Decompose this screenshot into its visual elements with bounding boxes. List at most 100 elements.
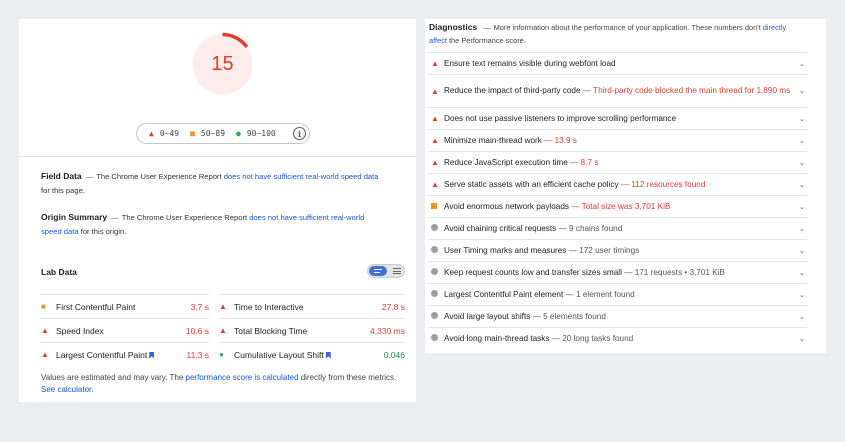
footnote-text-mid: directly from these metrics.: [298, 373, 397, 382]
legend-fail-range: 0–49: [159, 129, 180, 138]
audit-row[interactable]: Keep request counts low and transfer siz…: [429, 261, 807, 283]
circle-icon: ●: [236, 129, 241, 138]
metric-label: Largest Contentful Paint: [56, 349, 148, 360]
chevron-down-icon[interactable]: ⌄: [797, 60, 807, 68]
metric-value: 3.7 s: [190, 301, 209, 312]
metric-cumulative-layout-shift: ● Cumulative Layout Shift 0.046: [219, 342, 405, 366]
circle-icon: [429, 246, 444, 255]
square-icon: [429, 202, 444, 211]
square-icon: ■: [41, 302, 46, 311]
audit-detail: 171 requests • 3,701 KiB: [634, 267, 725, 277]
audit-detail: 9 chains found: [569, 223, 623, 233]
triangle-icon: ▲: [431, 114, 439, 123]
metric-first-contentful-paint: ■ First Contentful Paint 3.7 s: [41, 294, 209, 318]
audit-detail: 13.9 s: [554, 135, 577, 145]
lab-data-footnote: Values are estimated and may vary. The p…: [41, 372, 401, 396]
circle-icon: [429, 268, 444, 277]
metrics-view-toggle[interactable]: [367, 264, 405, 278]
footnote-text: Values are estimated and may vary. The: [41, 373, 186, 382]
field-data-link[interactable]: does not have sufficient real-world spee…: [224, 172, 379, 181]
circle-icon: [429, 290, 444, 299]
toggle-compact-view[interactable]: [369, 266, 387, 276]
audit-row[interactable]: ▲ Reduce JavaScript execution time — 8.7…: [429, 151, 807, 173]
chevron-down-icon[interactable]: ⌄: [797, 291, 807, 299]
audit-row[interactable]: User Timing marks and measures — 172 use…: [429, 239, 807, 261]
expanded-lines-icon[interactable]: [393, 268, 401, 274]
origin-summary-title: Origin Summary: [41, 212, 108, 222]
metric-label-wrap: Largest Contentful Paint: [56, 350, 186, 360]
chevron-down-icon[interactable]: ⌄: [797, 313, 807, 321]
metric-largest-contentful-paint: ▲ Largest Contentful Paint 11.3 s: [41, 342, 209, 366]
triangle-icon: ▲: [431, 59, 439, 68]
audit-text: Avoid enormous network payloads — Total …: [444, 201, 671, 211]
chevron-down-icon[interactable]: ⌄: [797, 247, 807, 255]
audit-detail: 8.7 s: [580, 157, 599, 167]
legend-average: ■ 50–89: [190, 129, 225, 138]
audit-detail: 172 user timings: [579, 245, 640, 255]
chevron-down-icon[interactable]: ⌄: [797, 225, 807, 233]
audit-title: Keep request counts low and transfer siz…: [444, 267, 622, 277]
audit-row[interactable]: ▲ Minimize main-thread work — 13.9 s ⌄: [429, 129, 807, 151]
audit-row[interactable]: ▲ Serve static assets with an efficient …: [429, 173, 807, 195]
audit-row[interactable]: Avoid enormous network payloads — Total …: [429, 195, 807, 217]
audit-detail: 20 long tasks found: [562, 333, 634, 343]
audit-row[interactable]: Avoid large layout shifts — 5 elements f…: [429, 305, 807, 327]
chevron-down-icon[interactable]: ⌄: [797, 137, 807, 145]
audit-title: Ensure text remains visible during webfo…: [444, 58, 616, 68]
diagnostics-panel: Diagnostics — More information about the …: [425, 19, 826, 353]
audit-row[interactable]: ▲ Reduce the impact of third-party code …: [429, 74, 807, 107]
audit-detail: 112 resources found: [631, 179, 706, 189]
chevron-down-icon[interactable]: ⌄: [797, 159, 807, 167]
chevron-down-icon[interactable]: ⌄: [797, 87, 807, 95]
diagnostics-header: Diagnostics — More information about the …: [429, 21, 799, 47]
audit-text: Avoid long main-thread tasks — 20 long t…: [444, 333, 634, 343]
origin-summary-text-end: for this origin.: [78, 227, 127, 236]
chevron-down-icon[interactable]: ⌄: [797, 115, 807, 123]
audit-row[interactable]: Largest Contentful Paint element — 1 ele…: [429, 283, 807, 305]
metric-label: Time to Interactive: [234, 301, 304, 312]
field-data-section: Field Data — The Chrome User Experience Re…: [41, 169, 381, 198]
field-data-text-end: for this page.: [41, 186, 85, 195]
metric-label: Speed Index: [56, 325, 104, 336]
chevron-down-icon[interactable]: ⌄: [797, 203, 807, 211]
triangle-icon: ▲: [219, 326, 227, 335]
diagnostics-description-end: the Performance score.: [446, 35, 526, 45]
audit-row[interactable]: Avoid long main-thread tasks — 20 long t…: [429, 327, 807, 349]
info-icon[interactable]: i: [293, 127, 306, 140]
origin-summary-section: Origin Summary — The Chrome User Experienc…: [41, 210, 381, 239]
field-data-title: Field Data: [41, 171, 82, 181]
see-calculator-link[interactable]: See calculator.: [41, 385, 93, 394]
circle-icon: [429, 312, 444, 321]
triangle-icon: ▲: [219, 302, 227, 311]
diagnostics-title: Diagnostics: [429, 22, 478, 32]
legend-pass: ● 90–100: [236, 129, 276, 138]
triangle-icon: ▲: [431, 86, 439, 96]
legend-fail: ▲ 0–49: [149, 129, 179, 138]
chevron-down-icon[interactable]: ⌄: [797, 269, 807, 277]
audit-text: Minimize main-thread work — 13.9 s: [444, 135, 577, 145]
chevron-down-icon[interactable]: ⌄: [797, 181, 807, 189]
audit-row[interactable]: ▲ Does not use passive listeners to impr…: [429, 107, 807, 129]
square-icon: ■: [190, 129, 195, 138]
legend-pass-range: 90–100: [246, 129, 276, 138]
triangle-icon: ▲: [431, 180, 439, 189]
score-calculated-link[interactable]: performance score is calculated: [186, 373, 299, 382]
audit-text: Serve static assets with an efficient ca…: [444, 179, 706, 189]
metric-total-blocking-time: ▲ Total Blocking Time 4,330 ms: [219, 318, 405, 342]
audit-title: Does not use passive listeners to improv…: [444, 113, 677, 123]
metric-value: 4,330 ms: [370, 325, 405, 336]
audit-detail: Total size was 3,701 KiB: [581, 201, 671, 211]
audit-title: Reduce JavaScript execution time: [444, 157, 568, 167]
audit-row[interactable]: Avoid chaining critical requests — 9 cha…: [429, 217, 807, 239]
score-legend: ▲ 0–49 ■ 50–89 ● 90–100 i: [136, 123, 310, 144]
audit-row[interactable]: ▲ Ensure text remains visible during web…: [429, 52, 807, 74]
chevron-down-icon[interactable]: ⌄: [797, 335, 807, 343]
legend-average-range: 50–89: [200, 129, 226, 138]
field-data-dash: —: [85, 172, 94, 181]
audit-title: Avoid long main-thread tasks: [444, 333, 550, 343]
diagnostics-description: More information about the performance o…: [493, 23, 763, 32]
audit-text: Reduce the impact of third-party code — …: [444, 86, 791, 95]
metric-time-to-interactive: ▲ Time to Interactive 27.8 s: [219, 294, 405, 318]
audit-title: User Timing marks and measures: [444, 245, 567, 255]
circle-icon: [429, 224, 444, 233]
